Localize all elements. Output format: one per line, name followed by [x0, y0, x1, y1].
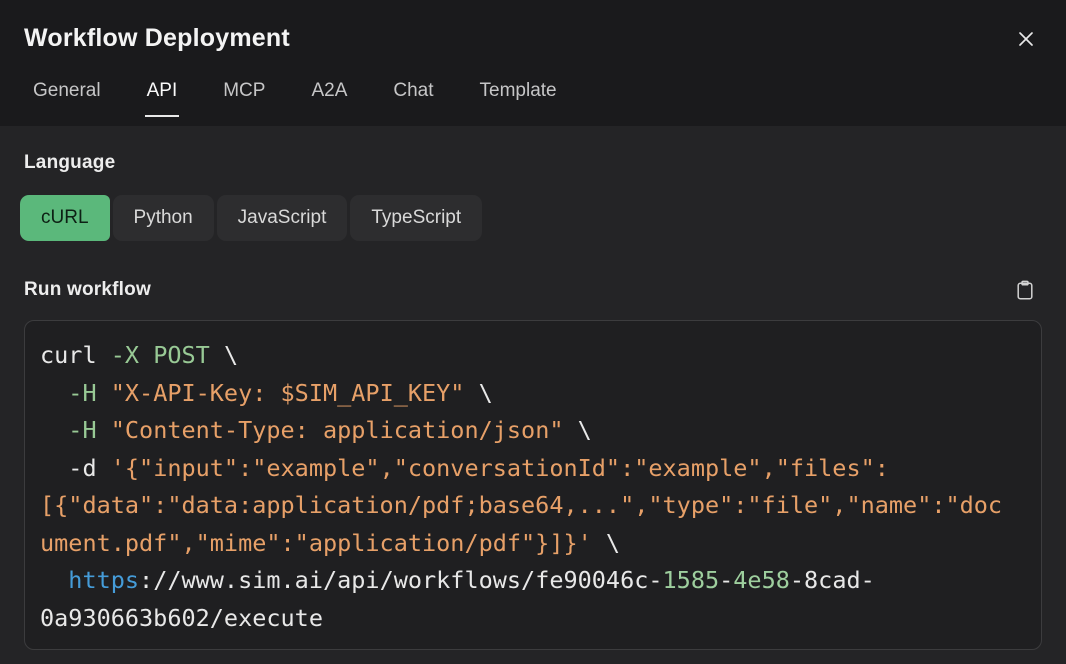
code-line: https://www.sim.ai/api/workflows/fe90046…	[40, 562, 1026, 600]
tab-general[interactable]: General	[31, 80, 103, 117]
tab-bar: General API MCP A2A Chat Template	[24, 80, 1040, 117]
language-option-python[interactable]: Python	[113, 195, 214, 241]
code-block[interactable]: curl -X POST \ -H "X-API-Key: $SIM_API_K…	[24, 320, 1042, 650]
language-option-curl[interactable]: cURL	[20, 195, 110, 241]
code-line: 0a930663b602/execute	[40, 600, 1026, 638]
tab-a2a[interactable]: A2A	[309, 80, 349, 117]
language-label: Language	[24, 152, 1042, 174]
run-workflow-row: Run workflow	[24, 278, 1042, 302]
code-line: ument.pdf","mime":"application/pdf"}]}' …	[40, 525, 1026, 563]
workflow-deployment-modal: Workflow Deployment General API MCP A2A Chat…	[0, 0, 1066, 664]
tab-mcp[interactable]: MCP	[221, 80, 267, 117]
code-line: [{"data":"data:application/pdf;base64,..…	[40, 487, 1026, 525]
clipboard-icon	[1016, 288, 1034, 303]
page-title: Workflow Deployment	[24, 23, 290, 53]
copy-button[interactable]	[1014, 278, 1036, 302]
close-icon	[1016, 37, 1036, 52]
language-option-javascript[interactable]: JavaScript	[217, 195, 348, 241]
code-line: -d '{"input":"example","conversationId":…	[40, 450, 1026, 488]
code-line: curl -X POST \	[40, 337, 1026, 375]
code-line: -H "Content-Type: application/json" \	[40, 412, 1026, 450]
language-toggle-group: cURLPythonJavaScriptTypeScript	[20, 195, 1042, 241]
code-line: -H "X-API-Key: $SIM_API_KEY" \	[40, 375, 1026, 413]
run-workflow-label: Run workflow	[24, 279, 151, 301]
modal-header: Workflow Deployment General API MCP A2A Chat…	[0, 0, 1066, 126]
language-option-typescript[interactable]: TypeScript	[350, 195, 482, 241]
modal-body: Language cURLPythonJavaScriptTypeScript …	[0, 126, 1066, 664]
close-button[interactable]	[1012, 25, 1040, 53]
tab-chat[interactable]: Chat	[391, 80, 435, 117]
curl-command-code: curl -X POST \ -H "X-API-Key: $SIM_API_K…	[40, 337, 1026, 637]
tab-template[interactable]: Template	[478, 80, 559, 117]
tab-api[interactable]: API	[145, 80, 180, 117]
